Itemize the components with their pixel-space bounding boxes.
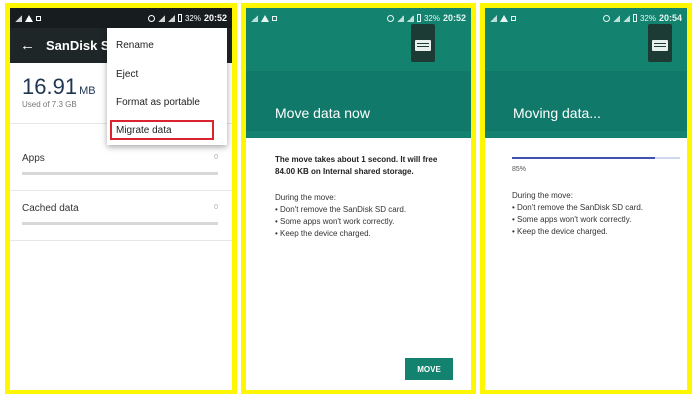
apps-row-label[interactable]: Apps bbox=[22, 153, 45, 164]
warning-icon bbox=[500, 14, 508, 22]
header: 32% 20:54 Moving data... bbox=[485, 8, 687, 138]
alarm-icon bbox=[147, 14, 155, 22]
page-title: Move data now bbox=[275, 105, 370, 121]
header-band bbox=[246, 71, 471, 131]
move-button[interactable]: MOVE bbox=[405, 358, 453, 380]
bullet-item: • Don't remove the SanDisk SD card. bbox=[275, 205, 407, 214]
battery-percent: 32% bbox=[639, 13, 656, 23]
signal-icon bbox=[490, 14, 497, 22]
cached-data-row-value: 0 bbox=[214, 204, 218, 211]
cached-data-row-label[interactable]: Cached data bbox=[22, 203, 79, 214]
back-arrow-icon[interactable]: ← bbox=[20, 37, 46, 54]
toolbar-title: SanDisk S bbox=[46, 38, 110, 53]
header: 32% 20:52 Move data now bbox=[246, 8, 471, 138]
menu-item-migrate-data[interactable]: Migrate data bbox=[116, 125, 172, 136]
storage-used-text: Used of 7.3 GB bbox=[22, 100, 77, 109]
alarm-icon bbox=[602, 14, 610, 22]
status-time: 20:54 bbox=[658, 13, 682, 23]
page-title: Moving data... bbox=[513, 105, 601, 121]
alarm-icon bbox=[386, 14, 394, 22]
storage-size-value: 16.91 bbox=[22, 74, 78, 99]
progress-bar bbox=[512, 157, 680, 159]
overflow-menu: Rename Eject Format as portable Migrate … bbox=[107, 28, 227, 145]
divider bbox=[10, 190, 232, 191]
status-bar: 32% 20:52 bbox=[10, 8, 232, 28]
storage-size-unit: MB bbox=[79, 85, 96, 97]
apps-usage-bar bbox=[22, 172, 218, 175]
header-band bbox=[485, 71, 687, 131]
bullet-item: • Some apps won't work correctly. bbox=[512, 215, 632, 224]
progress-percent: 85% bbox=[512, 166, 527, 173]
bullet-item: • Keep the device charged. bbox=[275, 229, 371, 238]
warning-icon bbox=[25, 14, 33, 22]
battery-percent: 32% bbox=[423, 13, 440, 23]
image-icon bbox=[272, 15, 277, 21]
sim2-signal-icon bbox=[406, 14, 414, 22]
status-time: 20:52 bbox=[442, 13, 466, 23]
move-data-now-screen: 32% 20:52 Move data now The move takes a… bbox=[246, 8, 471, 390]
moving-data-screen: 32% 20:54 Moving data... 85% During the … bbox=[485, 8, 687, 390]
battery-icon bbox=[632, 14, 637, 22]
sd-card-icon bbox=[648, 24, 672, 62]
bullet-item: • Some apps won't work correctly. bbox=[275, 217, 395, 226]
divider bbox=[10, 240, 232, 241]
battery-icon bbox=[177, 14, 182, 22]
menu-item-eject[interactable]: Eject bbox=[116, 69, 138, 80]
bullet-item: • Keep the device charged. bbox=[512, 227, 608, 236]
cached-data-usage-bar bbox=[22, 222, 218, 225]
image-icon bbox=[511, 15, 516, 21]
menu-item-format-as-portable[interactable]: Format as portable bbox=[116, 97, 200, 108]
during-move-label: During the move: bbox=[275, 193, 336, 202]
battery-percent: 32% bbox=[184, 13, 201, 23]
warning-icon bbox=[261, 14, 269, 22]
signal-icon bbox=[15, 14, 22, 22]
storage-settings-screen: 32% 20:52 ← SanDisk S 16.91 MB Used of 7.… bbox=[10, 8, 232, 390]
status-bar: 32% 20:52 bbox=[246, 8, 471, 28]
progress-fill bbox=[512, 157, 655, 159]
bullet-item: • Don't remove the SanDisk SD card. bbox=[512, 203, 644, 212]
status-time: 20:52 bbox=[203, 13, 227, 23]
sim2-signal-icon bbox=[622, 14, 630, 22]
image-icon bbox=[36, 15, 41, 21]
menu-item-rename[interactable]: Rename bbox=[116, 40, 154, 51]
sim-signal-icon bbox=[157, 14, 165, 22]
sd-card-icon bbox=[411, 24, 435, 62]
signal-icon bbox=[251, 14, 258, 22]
sim-signal-icon bbox=[612, 14, 620, 22]
storage-size: 16.91 MB bbox=[22, 74, 96, 100]
sim-signal-icon bbox=[396, 14, 404, 22]
sim2-signal-icon bbox=[167, 14, 175, 22]
during-move-label: During the move: bbox=[512, 191, 573, 200]
battery-icon bbox=[416, 14, 421, 22]
apps-row-value: 0 bbox=[214, 154, 218, 161]
move-summary-text: The move takes about 1 second. It will f… bbox=[275, 155, 438, 176]
